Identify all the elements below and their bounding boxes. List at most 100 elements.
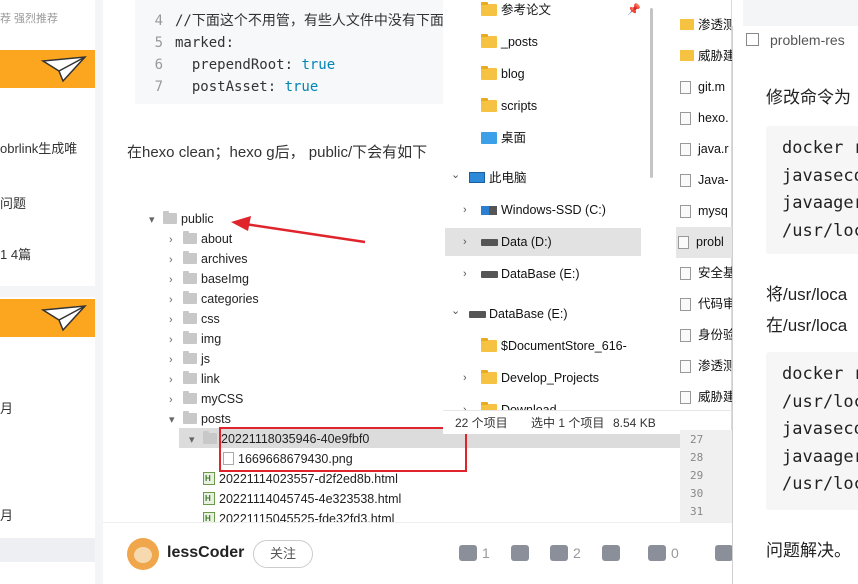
- nav-item-label: 参考论文: [501, 3, 552, 17]
- md-file-icon: [680, 112, 691, 125]
- star-button[interactable]: 2: [550, 545, 581, 565]
- doc-window-tab[interactable]: problem-res: [740, 26, 858, 54]
- nav-item-label: _posts: [501, 35, 538, 49]
- tree-label: 20221115045525-fde32fd3.html: [219, 512, 395, 522]
- folder-icon: [481, 2, 497, 16]
- nav-item-label: Download: [501, 403, 557, 410]
- nav-item[interactable]: › Data (D:): [445, 228, 641, 256]
- chevron-right-icon[interactable]: ›: [463, 396, 467, 410]
- sidebar-archive-month-1[interactable]: 月: [0, 398, 13, 417]
- nav-item-label: 此电脑: [489, 171, 527, 185]
- file-list-item[interactable]: 渗透测试: [676, 10, 732, 41]
- like-button[interactable]: 1: [459, 545, 490, 565]
- file-list-item[interactable]: 安全基: [676, 258, 732, 289]
- nav-item[interactable]: _posts: [443, 28, 655, 56]
- code-line: /usr/loc: [782, 220, 858, 241]
- sidebar-item-1[interactable]: obrlink生成唯: [0, 138, 77, 157]
- sidebar-item-2[interactable]: 问题: [0, 193, 26, 212]
- comment-button[interactable]: 0: [648, 545, 679, 565]
- follow-button[interactable]: 关注: [253, 540, 313, 568]
- file-list-item[interactable]: 威胁建: [676, 382, 732, 410]
- nav-scrollbar[interactable]: [650, 8, 653, 178]
- author-name[interactable]: lessCoder: [167, 544, 244, 562]
- tree-label: categories: [201, 292, 259, 306]
- chevron-right-icon: ›: [169, 314, 173, 326]
- file-list-item[interactable]: Java-: [676, 165, 732, 196]
- drive-icon: [481, 239, 498, 246]
- code-line: /usr/loc: [782, 391, 858, 412]
- nav-item-label: scripts: [501, 99, 538, 113]
- nav-item[interactable]: › DataBase (E:): [443, 260, 655, 288]
- sidebar-item-3[interactable]: 1 4篇: [0, 244, 31, 263]
- pc-icon: [469, 172, 485, 183]
- sidebar-banner[interactable]: [0, 50, 95, 88]
- md-file-icon: [680, 143, 691, 156]
- folder-icon: [680, 19, 694, 30]
- nav-item-label: blog: [501, 67, 525, 81]
- chevron-right-icon: ›: [169, 354, 173, 366]
- file-list-item[interactable]: 代码审: [676, 289, 732, 320]
- chevron-down-icon: ▾: [149, 214, 155, 226]
- nav-item-label: DataBase (E:): [489, 307, 568, 321]
- file-list-item[interactable]: 威胁建: [676, 41, 732, 72]
- file-list-item[interactable]: 渗透测: [676, 351, 732, 382]
- tree-row: › js: [169, 349, 210, 369]
- nav-item[interactable]: › Download: [443, 396, 655, 410]
- drive-icon: [469, 311, 486, 318]
- chevron-right-icon[interactable]: ›: [463, 364, 467, 392]
- tree-row: ▾ public: [149, 209, 214, 229]
- sidebar-card-top: 荐 强烈推荐 obrlink生成唯 问题 1 4篇: [0, 0, 95, 286]
- file-list-item[interactable]: java.r: [676, 134, 732, 165]
- nav-item[interactable]: 桌面: [443, 124, 655, 152]
- dislike-button[interactable]: [511, 545, 534, 565]
- line-number: 30: [690, 487, 704, 500]
- chevron-down-icon[interactable]: ⌄: [451, 297, 460, 325]
- paper-plane-icon: [41, 56, 87, 83]
- tree-label: link: [201, 372, 220, 386]
- sidebar-banner-archive[interactable]: [0, 299, 95, 337]
- file-name: 威胁建: [698, 49, 732, 63]
- folder-icon: [481, 34, 497, 48]
- markdown-doc-window: 修改命令为 docker r javaseco javaager/usr/loc 将…: [732, 26, 858, 584]
- pin-icon: 📌: [627, 4, 641, 16]
- nav-item[interactable]: scripts: [443, 92, 655, 120]
- file-list-item[interactable]: 身份验: [676, 320, 732, 351]
- tree-row: › categories: [169, 289, 259, 309]
- chevron-right-icon[interactable]: ›: [463, 260, 467, 288]
- tree-label: public: [181, 212, 214, 226]
- nav-item[interactable]: $DocumentStore_616-: [443, 332, 655, 360]
- chevron-down-icon[interactable]: ⌄: [451, 161, 460, 189]
- reward-button[interactable]: [602, 545, 625, 565]
- document-icon: [746, 33, 759, 46]
- avatar[interactable]: [127, 538, 159, 570]
- file-list-item[interactable]: git.m: [676, 72, 732, 103]
- nav-item[interactable]: › Develop_Projects: [443, 364, 655, 392]
- file-list-item[interactable]: hexo.: [676, 103, 732, 134]
- sidebar-archive-month-2[interactable]: 月: [0, 505, 13, 524]
- nav-item[interactable]: ⌄ 此电脑: [443, 164, 655, 192]
- nav-item[interactable]: blog: [443, 60, 655, 88]
- chevron-right-icon: ›: [169, 294, 173, 306]
- md-file-icon: [680, 174, 691, 187]
- nav-item[interactable]: 参考论文 📌: [443, 0, 655, 24]
- file-list-item[interactable]: mysq: [676, 196, 732, 227]
- file-list-item[interactable]: probl: [676, 227, 732, 258]
- folder-icon: [183, 391, 197, 404]
- file-name: 渗透测: [698, 359, 732, 373]
- code-line: javaager: [782, 193, 858, 213]
- chevron-right-icon[interactable]: ›: [463, 228, 467, 256]
- code-line: /usr/loc: [782, 474, 858, 494]
- sidebar-grey-row: [0, 538, 95, 562]
- chevron-right-icon[interactable]: ›: [463, 196, 467, 224]
- nav-item[interactable]: ⌄ DataBase (E:): [443, 300, 655, 328]
- chevron-right-icon: ›: [169, 394, 173, 406]
- nav-item-label: Data (D:): [501, 235, 552, 249]
- folder-icon: [183, 251, 197, 264]
- file-name: 安全基: [698, 266, 732, 280]
- nav-item[interactable]: › Windows-SSD (C:): [443, 196, 655, 224]
- windows-drive-icon: [481, 206, 497, 215]
- code-block: 4//下面这个不用管，有些人文件中没有下面 5 marked: 6 prepend…: [135, 0, 455, 104]
- explorer-file-list: 渗透测试威胁建 git.m hexo. java.r Java-mysq probl 安全基…: [676, 0, 732, 410]
- code-line: docker r: [782, 364, 858, 384]
- file-name: hexo.: [698, 111, 729, 125]
